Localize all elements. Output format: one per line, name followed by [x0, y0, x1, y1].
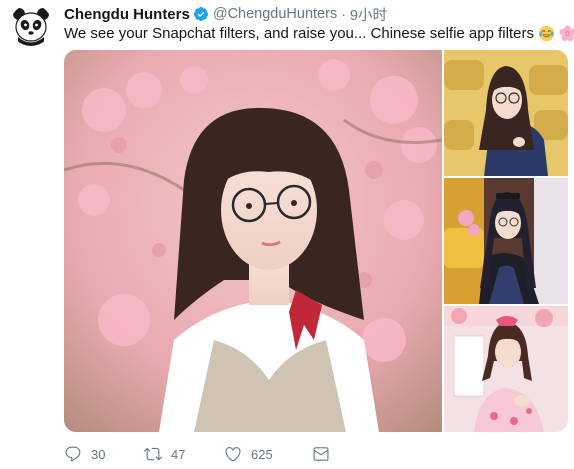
tweet-text: We see your Snapchat filters, and raise … — [64, 25, 574, 42]
photo-thumbnail-1[interactable] — [444, 50, 568, 176]
photo-main[interactable] — [64, 50, 442, 432]
tweet-body: We see your Snapchat filters, and raise … — [64, 25, 534, 42]
tweet-actions: 30 47 625 — [64, 443, 330, 465]
panda-logo-icon — [10, 4, 52, 46]
retweet-count: 47 — [171, 446, 186, 462]
direct-message-button[interactable] — [312, 443, 330, 465]
retweet-icon — [144, 447, 162, 461]
display-name[interactable]: Chengdu Hunters — [64, 6, 190, 23]
heart-icon — [225, 447, 241, 462]
media-grid — [64, 50, 568, 432]
photo-thumbnail-2[interactable] — [444, 178, 568, 304]
handle[interactable]: @ChengduHunters — [213, 6, 337, 22]
reply-count: 30 — [91, 446, 106, 462]
separator-dot: · — [341, 6, 346, 22]
reply-icon — [65, 446, 81, 462]
verified-badge-icon — [193, 7, 208, 21]
reply-button[interactable]: 30 — [64, 443, 144, 465]
cherry-blossom-icon — [559, 25, 574, 42]
retweet-button[interactable]: 47 — [144, 443, 224, 465]
photo-thumbnail-3[interactable] — [444, 306, 568, 432]
face-with-tears-of-joy-icon — [538, 25, 555, 42]
timestamp[interactable]: 9小时 — [350, 4, 387, 25]
like-count: 625 — [251, 446, 273, 462]
avatar[interactable] — [10, 4, 52, 46]
envelope-icon — [313, 447, 329, 461]
like-button[interactable]: 625 — [224, 443, 312, 465]
tweet-header: Chengdu Hunters @ChengduHunters · 9小时 — [64, 4, 387, 24]
tweet[interactable]: Chengdu Hunters @ChengduHunters · 9小时 We… — [0, 0, 574, 469]
